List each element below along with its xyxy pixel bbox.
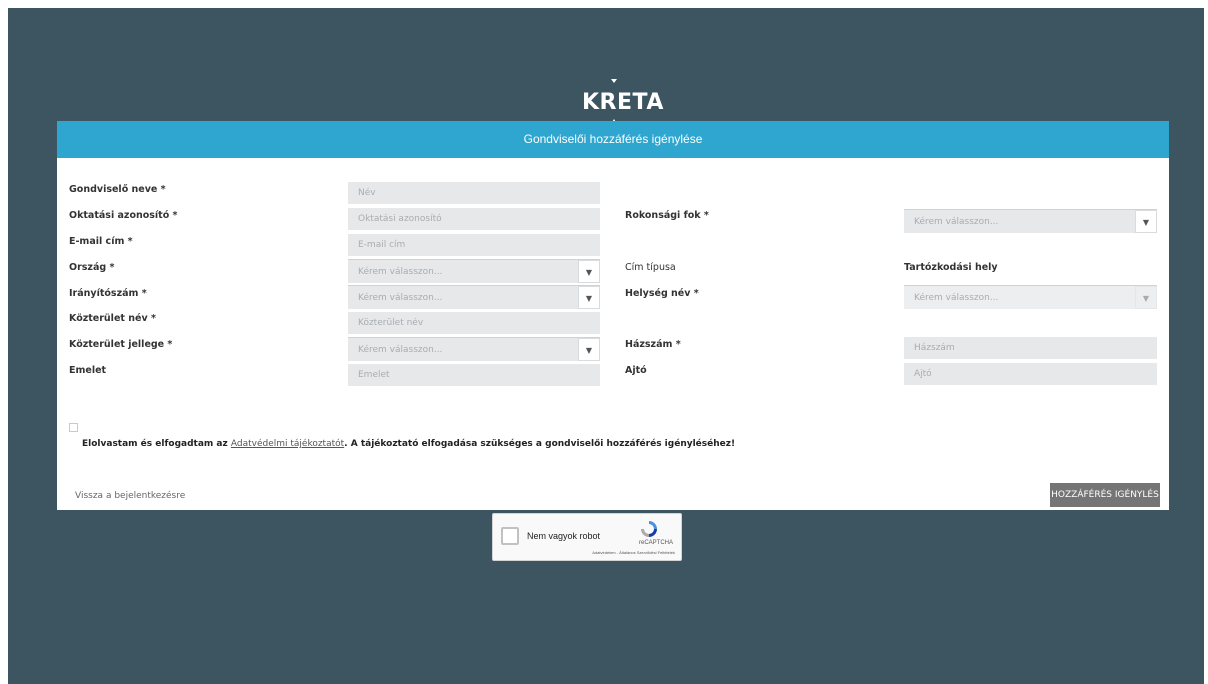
page-background: KRETA Gondviselői hozzáférés igénylése G… — [8, 8, 1204, 684]
door-input[interactable]: Ajtó — [904, 363, 1157, 385]
recaptcha-widget: Nem vagyok robot reCAPTCHA Adatvédelem -… — [492, 513, 682, 561]
education-id-input[interactable]: Oktatási azonosító — [348, 208, 600, 230]
postal-code-select-value: Kérem válasszon... — [358, 293, 443, 303]
street-name-input[interactable]: Közterület név — [348, 312, 600, 334]
postal-code-label: Irányítószám * — [69, 288, 147, 299]
chevron-down-icon[interactable]: ▼ — [578, 260, 600, 283]
country-select-value: Kérem válasszon... — [358, 267, 443, 277]
address-type-label: Cím típusa — [625, 262, 676, 273]
relationship-label: Rokonsági fok * — [625, 210, 709, 221]
country-select[interactable]: Kérem válasszon... ▼ — [348, 259, 600, 283]
city-select-value: Kérem válasszon... — [914, 293, 999, 303]
door-label: Ajtó — [625, 365, 647, 376]
education-id-label: Oktatási azonosító * — [69, 210, 178, 221]
kreta-logo: KRETA — [578, 78, 668, 124]
city-select[interactable]: Kérem válasszon... ▼ — [904, 285, 1157, 309]
recaptcha-icon — [641, 521, 657, 537]
street-type-select-value: Kérem válasszon... — [358, 345, 443, 355]
consent-suffix: . A tájékoztató elfogadása szükséges a g… — [344, 439, 736, 449]
request-access-button[interactable]: HOZZÁFÉRÉS IGÉNYLÉS — [1050, 483, 1160, 507]
privacy-policy-link[interactable]: Adatvédelmi tájékoztatót — [231, 439, 344, 449]
email-input[interactable]: E-mail cím — [348, 234, 600, 256]
floor-label: Emelet — [69, 365, 107, 376]
consent-text: Elolvastam és elfogadtam az Adatvédelmi … — [82, 439, 735, 449]
form-title: Gondviselői hozzáférés igénylése — [57, 121, 1169, 158]
postal-code-select[interactable]: Kérem válasszon... ▼ — [348, 285, 600, 309]
chevron-down-icon[interactable]: ▼ — [578, 286, 600, 309]
email-label: E-mail cím * — [69, 236, 133, 247]
logo-text: KRETA — [582, 90, 664, 115]
floor-input[interactable]: Emelet — [348, 364, 600, 386]
recaptcha-terms[interactable]: Adatvédelem - Általános Szerződési Felté… — [592, 550, 675, 555]
guardian-name-input[interactable]: Név — [348, 182, 600, 204]
guardian-name-label: Gondviselő neve * — [69, 184, 166, 195]
recaptcha-checkbox[interactable] — [501, 527, 519, 545]
consent-checkbox[interactable] — [69, 423, 78, 432]
country-label: Ország * — [69, 262, 115, 273]
recaptcha-label: Nem vagyok robot — [527, 531, 601, 541]
house-number-label: Házszám * — [625, 339, 681, 350]
access-request-form: Gondviselői hozzáférés igénylése Gondvis… — [57, 121, 1169, 510]
chevron-down-icon[interactable]: ▼ — [1135, 286, 1157, 309]
house-number-input[interactable]: Házszám — [904, 337, 1157, 359]
relationship-select-value: Kérem válasszon... — [914, 217, 999, 227]
relationship-select[interactable]: Kérem válasszon... ▼ — [904, 209, 1157, 233]
street-type-select[interactable]: Kérem válasszon... ▼ — [348, 337, 600, 361]
street-name-label: Közterület név * — [69, 313, 156, 324]
back-to-login-link[interactable]: Vissza a bejelentkezésre — [75, 491, 185, 501]
street-type-label: Közterület jellege * — [69, 339, 173, 350]
consent-prefix: Elolvastam és elfogadtam az — [82, 439, 231, 449]
city-label: Helység név * — [625, 288, 699, 299]
address-type-value: Tartózkodási hely — [904, 262, 998, 273]
recaptcha-brand: reCAPTCHA — [638, 540, 673, 546]
chevron-down-icon[interactable]: ▼ — [578, 338, 600, 361]
chevron-down-icon[interactable]: ▼ — [1135, 210, 1157, 233]
